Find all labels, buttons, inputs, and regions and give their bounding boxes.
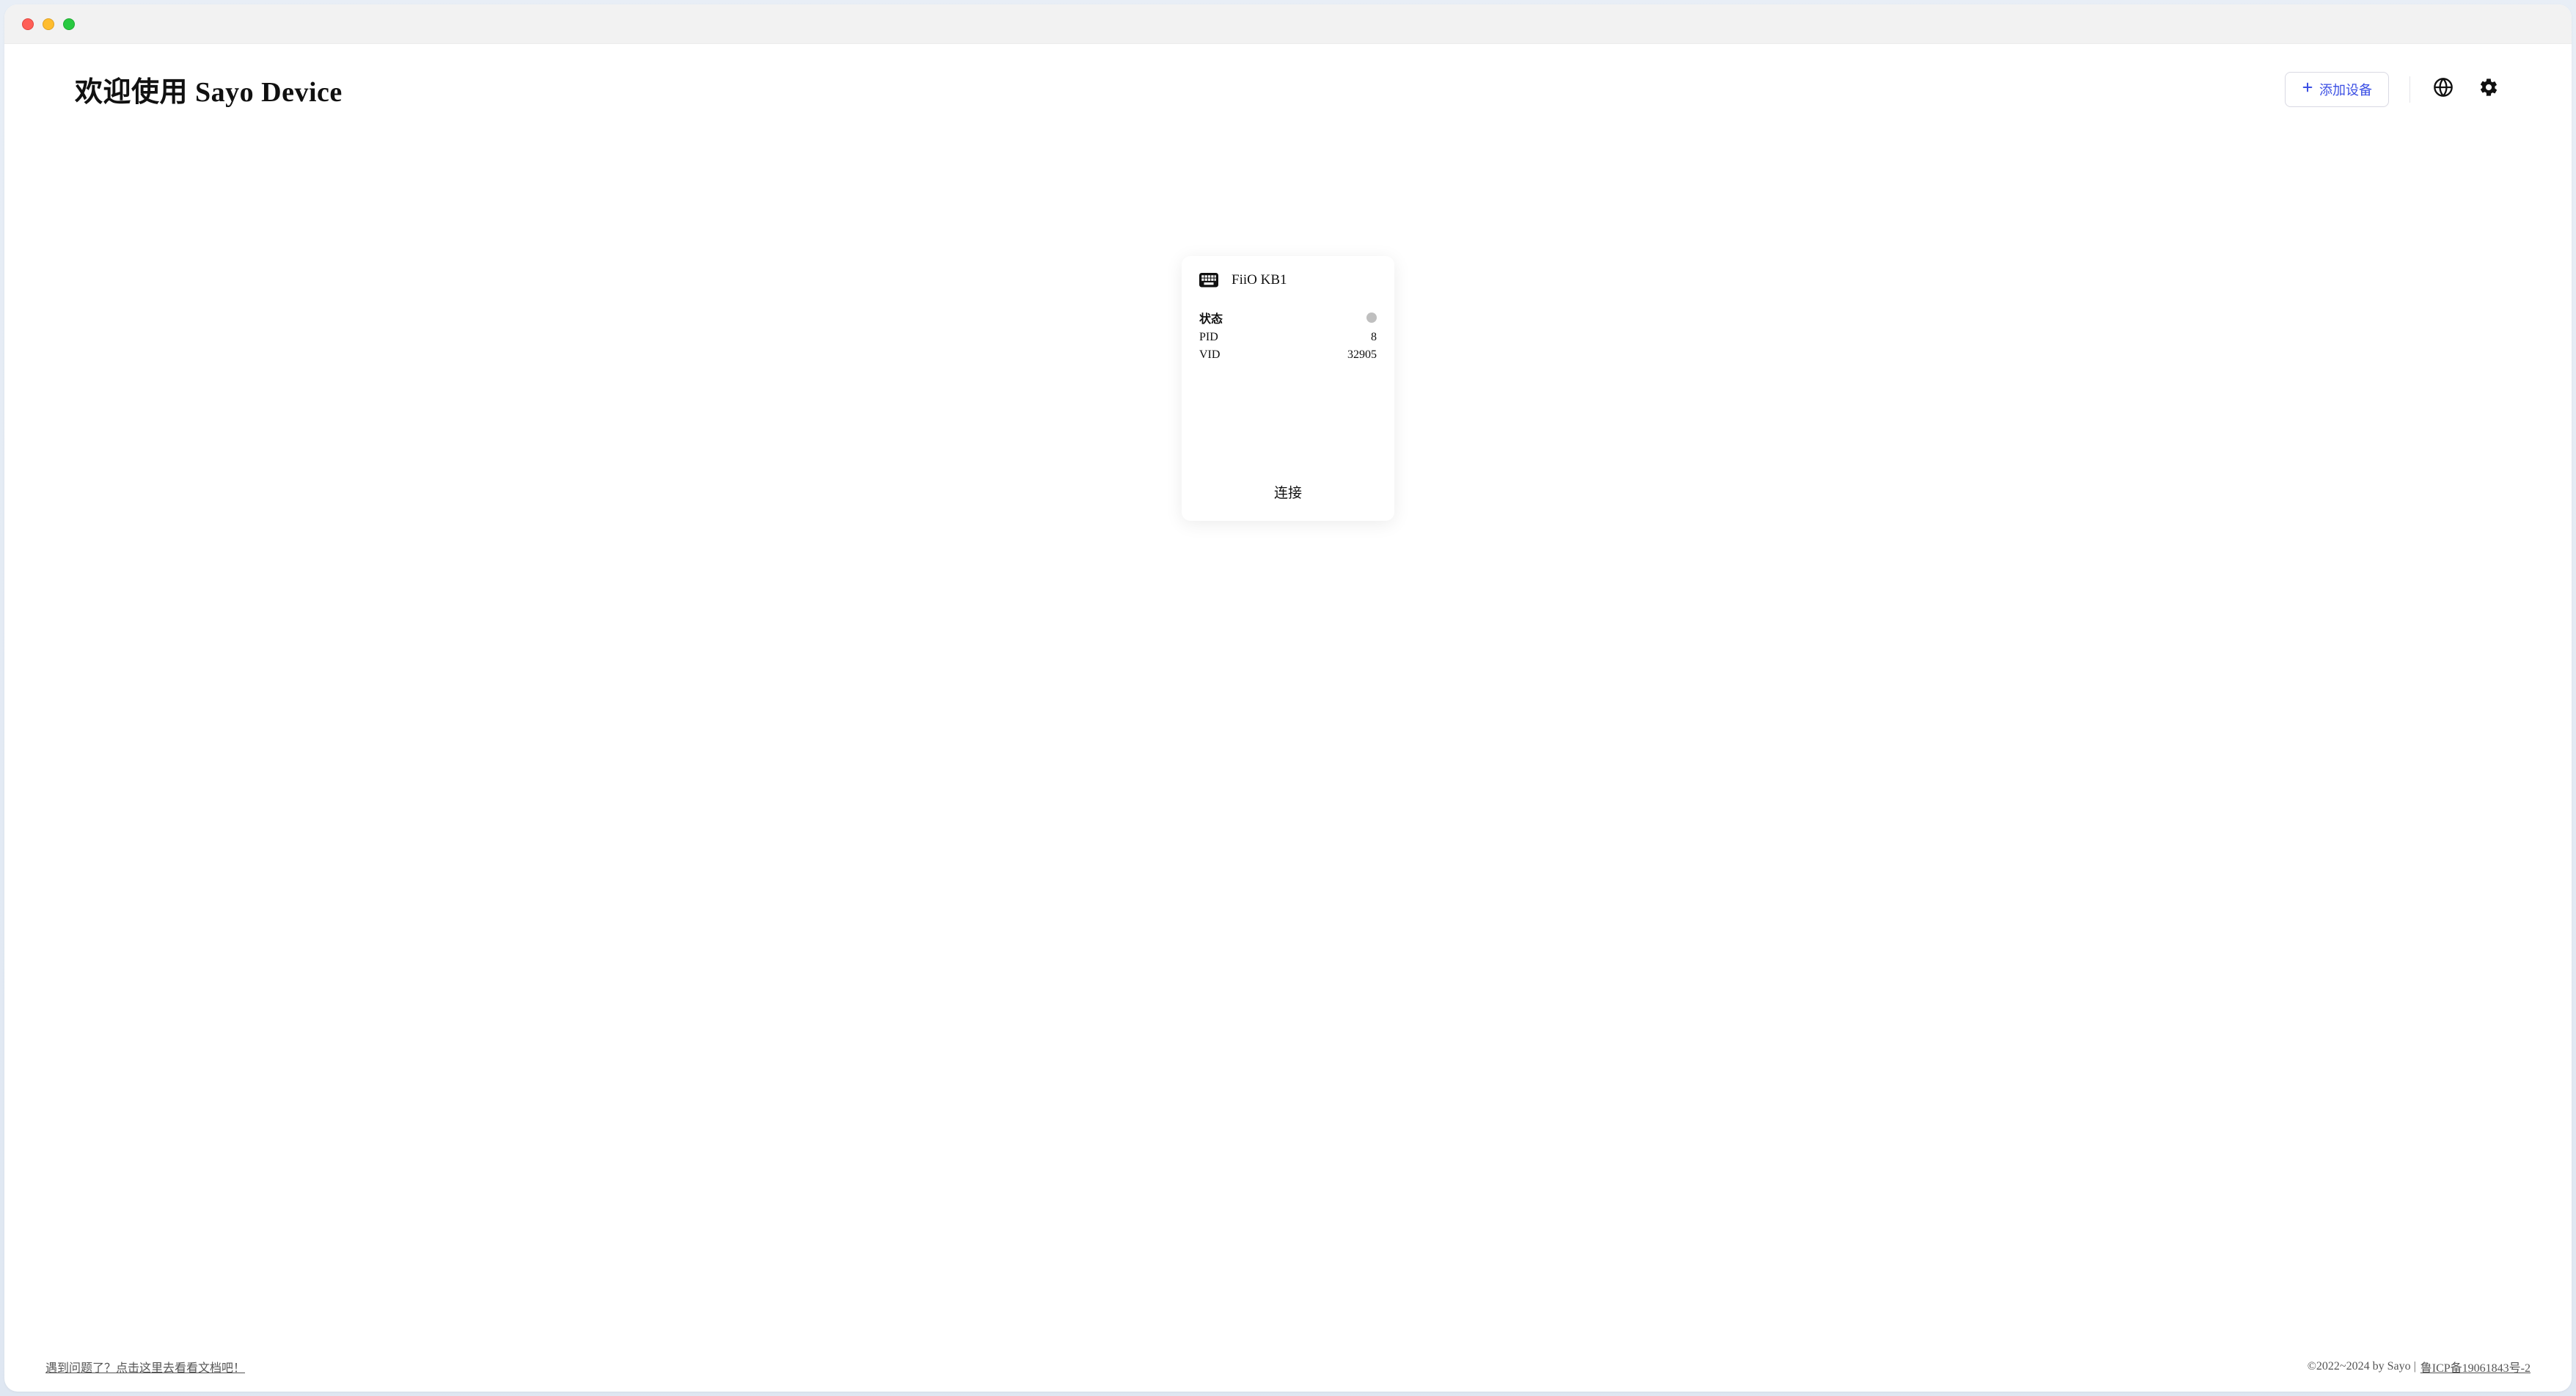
add-device-button[interactable]: 添加设备	[2285, 72, 2389, 107]
header-actions: 添加设备	[2285, 72, 2501, 107]
status-label: 状态	[1199, 309, 1223, 326]
header-divider	[2409, 76, 2410, 103]
globe-icon	[2433, 77, 2454, 101]
language-button[interactable]	[2431, 77, 2456, 102]
page-footer: 遇到问题了？点击这里去看看文档吧！ ©2022~2024 by Sayo | 鲁…	[4, 1348, 2572, 1392]
device-name: FiiO KB1	[1232, 272, 1287, 288]
status-indicator-icon	[1366, 313, 1377, 323]
device-row-pid: PID 8	[1199, 331, 1377, 344]
keyboard-icon	[1199, 273, 1218, 288]
plus-icon	[2302, 81, 2313, 97]
device-card-header: FiiO KB1	[1199, 272, 1377, 288]
vid-value: 32905	[1347, 348, 1377, 362]
pid-label: PID	[1199, 331, 1218, 344]
page-title: 欢迎使用 Sayo Device	[75, 69, 343, 109]
device-details: 状态 PID 8 VID 32905	[1199, 309, 1377, 362]
fullscreen-window-icon[interactable]	[63, 18, 75, 30]
macos-titlebar	[4, 4, 2572, 44]
connect-button[interactable]: 连接	[1199, 472, 1377, 508]
device-row-vid: VID 32905	[1199, 348, 1377, 362]
footer-right: ©2022~2024 by Sayo | 鲁ICP备19061843号-2	[2308, 1358, 2531, 1375]
device-card-spacer	[1199, 362, 1377, 472]
pid-value: 8	[1371, 331, 1377, 344]
close-window-icon[interactable]	[22, 18, 34, 30]
add-device-label: 添加设备	[2319, 80, 2372, 99]
gear-icon	[2478, 77, 2499, 101]
app-window: 欢迎使用 Sayo Device 添加设备	[4, 4, 2572, 1392]
device-card: FiiO KB1 状态 PID 8 VID 32905 连接	[1182, 256, 1394, 521]
device-row-status: 状态	[1199, 309, 1377, 326]
page-header: 欢迎使用 Sayo Device 添加设备	[4, 44, 2572, 124]
icp-link[interactable]: 鲁ICP备19061843号-2	[2421, 1358, 2531, 1375]
minimize-window-icon[interactable]	[43, 18, 54, 30]
copyright-text: ©2022~2024 by Sayo |	[2308, 1360, 2416, 1373]
traffic-lights	[22, 18, 75, 30]
main-content: FiiO KB1 状态 PID 8 VID 32905 连接	[4, 124, 2572, 1348]
help-docs-link[interactable]: 遇到问题了？点击这里去看看文档吧！	[45, 1358, 245, 1375]
vid-label: VID	[1199, 348, 1220, 362]
settings-button[interactable]	[2476, 77, 2501, 102]
